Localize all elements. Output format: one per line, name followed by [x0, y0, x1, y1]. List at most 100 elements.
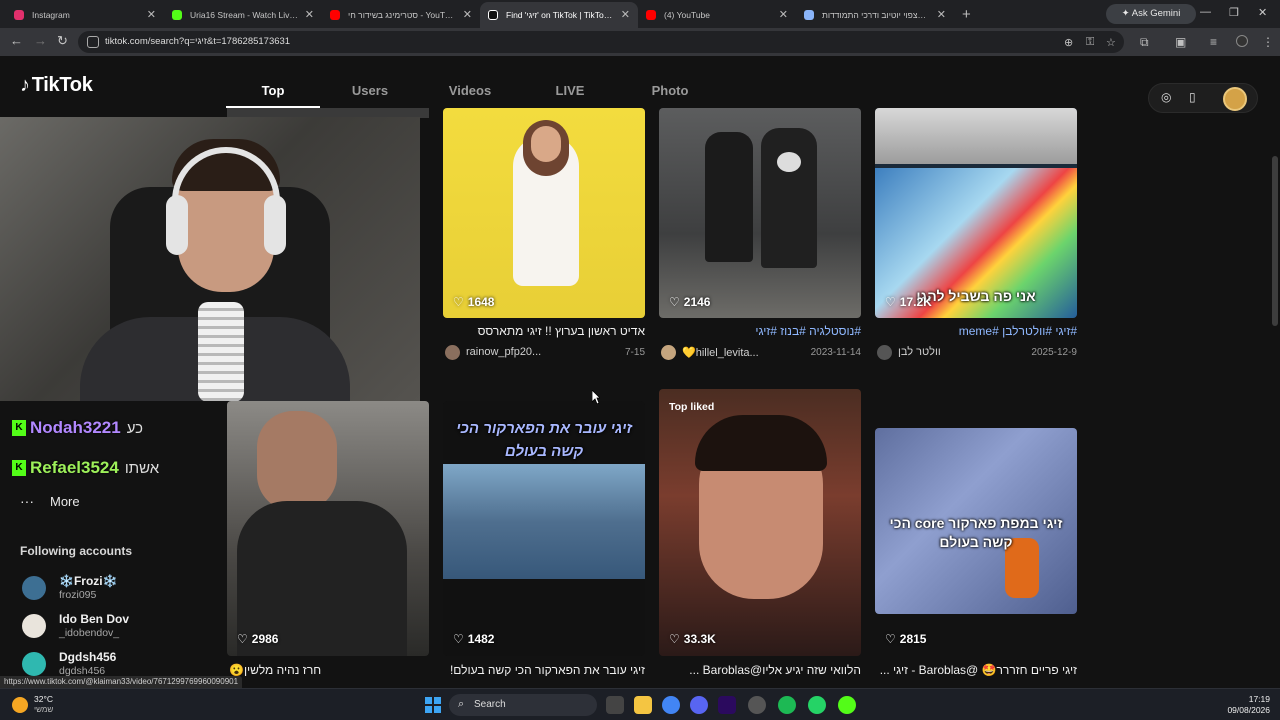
video-thumbnail[interactable]: [227, 401, 429, 656]
url-text[interactable]: tiktok.com/search?q=זיגי&t=1786285173631: [105, 36, 290, 47]
taskbar-search[interactable]: ⌕ Search: [449, 694, 597, 716]
minimize-icon[interactable]: —: [1200, 6, 1211, 18]
heart-icon: ♡: [453, 295, 464, 309]
tab-users[interactable]: Users: [320, 78, 420, 108]
close-tab-icon[interactable]: ✕: [937, 2, 946, 28]
password-key-icon[interactable]: ⚿: [1086, 36, 1094, 49]
tab-youtube-studio[interactable]: סטרימינג בשידור חי - YouTube Studio ✕: [322, 2, 480, 28]
sun-icon: [12, 697, 28, 713]
menu-kebab-icon[interactable]: ⋮: [1262, 35, 1274, 49]
page-scrollbar[interactable]: [1272, 156, 1278, 326]
figure-shape: [761, 128, 817, 268]
split-view-icon[interactable]: ▣: [1175, 35, 1186, 49]
extensions-icon[interactable]: ⧉: [1140, 35, 1149, 50]
username[interactable]: rainow_pfp20...: [466, 346, 541, 358]
streamer-cam-shape: [875, 108, 1077, 164]
restore-icon[interactable]: ❐: [1229, 6, 1239, 19]
tab-instagram[interactable]: Instagram ✕: [6, 2, 164, 28]
video-card[interactable]: זיגי במפת פארקור core הכי קשה בעולם ♡ 281…: [875, 428, 1077, 676]
video-card[interactable]: Top liked ♡ 33.3K הלוואי שזה יגיע אליו@Ba…: [659, 389, 861, 676]
sidebar-item-more[interactable]: ··· More: [20, 493, 80, 509]
video-card[interactable]: זיגי עובר את הפארקור הכי קשה בעולם ♡ 1482…: [443, 401, 645, 676]
forward-icon[interactable]: →: [34, 33, 47, 48]
video-overlay-text: זיגי במפת פארקור core הכי קשה בעולם: [889, 515, 1063, 550]
video-thumbnail[interactable]: [659, 389, 861, 656]
tab-top[interactable]: Top: [226, 78, 320, 108]
youtube-icon: [646, 10, 656, 20]
user-avatar[interactable]: [661, 345, 676, 360]
post-date: 2025-12-9: [1031, 347, 1077, 358]
bookmark-star-icon[interactable]: ☆: [1106, 36, 1116, 49]
video-overlay-text: זיגי עובר את הפארקור הכי קשה בעולם: [456, 420, 632, 460]
avatar[interactable]: [22, 614, 46, 638]
username[interactable]: 💛hillel_levita...: [682, 346, 759, 359]
back-icon[interactable]: ←: [10, 33, 23, 48]
video-thumbnail[interactable]: [443, 108, 645, 318]
kick-app-icon[interactable]: [838, 696, 856, 714]
video-card[interactable]: ♡ 2146 #נוסטלגיה #בנוז #זיגי 💛hillel_levi…: [659, 108, 861, 378]
discord-icon[interactable]: [690, 696, 708, 714]
tab-kick[interactable]: Uria16 Stream - Watch Live on Kick ✕: [164, 2, 322, 28]
tab-live[interactable]: LIVE: [520, 78, 620, 108]
user-avatar[interactable]: [877, 345, 892, 360]
user-avatar[interactable]: [445, 345, 460, 360]
ask-gemini-button[interactable]: ✦ Ask Gemini: [1106, 4, 1196, 24]
video-caption[interactable]: אדיט ראשון בערוץ !! זיגי מתארסס: [445, 324, 645, 338]
video-caption[interactable]: חרז נהיה מלשין😮: [229, 663, 429, 676]
close-window-icon[interactable]: ✕: [1258, 6, 1267, 19]
chrome-icon[interactable]: [662, 696, 680, 714]
video-caption[interactable]: #נוסטלגיה #בנוז #זיגי: [661, 324, 861, 338]
obs-icon[interactable]: [748, 696, 766, 714]
close-tab-icon[interactable]: ✕: [779, 2, 788, 28]
video-thumbnail[interactable]: [875, 108, 1077, 318]
system-clock[interactable]: 17:19 09/08/2026: [1222, 694, 1270, 716]
username[interactable]: וולטר לבן: [898, 346, 941, 358]
user-avatar[interactable]: [1223, 87, 1247, 111]
close-tab-icon[interactable]: ✕: [621, 2, 630, 28]
zoom-icon[interactable]: ⊕: [1064, 36, 1073, 49]
account-handle: dgdsh456: [59, 665, 106, 676]
omnibox[interactable]: tiktok.com/search?q=זיגי&t=1786285173631…: [78, 31, 1124, 53]
video-thumbnail[interactable]: [659, 108, 861, 318]
avatar[interactable]: [22, 652, 46, 676]
mouse-cursor-icon: [592, 390, 600, 404]
game-scene-shape: [443, 464, 645, 579]
close-tab-icon[interactable]: ✕: [305, 2, 314, 28]
tab-videos[interactable]: Videos: [420, 78, 520, 108]
spotify-icon[interactable]: [778, 696, 796, 714]
video-caption[interactable]: הלוואי שזה יגיע אליו@Baroblas ...: [661, 663, 861, 676]
media-controls-icon[interactable]: ≡: [1210, 35, 1217, 49]
windows-start-icon[interactable]: [425, 697, 441, 713]
reload-icon[interactable]: ↻: [57, 33, 68, 49]
premiere-icon[interactable]: [718, 696, 736, 714]
more-dots-icon: ···: [20, 493, 34, 509]
tab-gemini-chat[interactable]: ירידה בצפוי יוטיוב ודרכי התמודדות ✕: [796, 2, 954, 28]
compass-icon[interactable]: ◎: [1161, 90, 1171, 104]
mobile-app-icon[interactable]: ▯: [1189, 90, 1196, 104]
sparkle-icon: ✦: [1121, 8, 1132, 19]
video-meta: 💛hillel_levita... 2023-11-14: [661, 345, 861, 361]
task-view-icon[interactable]: [606, 696, 624, 714]
video-caption[interactable]: זיגי פריים חזררר🤩 @Baroblas - זיגי ...: [877, 663, 1077, 676]
video-caption[interactable]: זיגי עובר את הפארקור הכי קשה בעולם!: [445, 663, 645, 676]
profile-avatar[interactable]: [1236, 35, 1248, 47]
tab-photo[interactable]: Photo: [620, 78, 720, 108]
site-info-icon[interactable]: [87, 36, 99, 48]
video-card[interactable]: ♡ 2986 חרז נהיה מלשין😮: [227, 401, 429, 676]
avatar[interactable]: [22, 576, 46, 600]
video-caption[interactable]: #זיגי #וולטרלבן #meme: [877, 324, 1077, 338]
whatsapp-icon[interactable]: [808, 696, 826, 714]
tab-youtube[interactable]: (4) YouTube ✕: [638, 2, 796, 28]
tab-label: Uria16 Stream - Watch Live on Kick: [190, 10, 322, 20]
kick-icon: [172, 10, 182, 20]
file-explorer-icon[interactable]: [634, 696, 652, 714]
new-tab-button[interactable]: +: [962, 6, 971, 23]
kick-badge-icon: K: [12, 420, 26, 436]
tab-tiktok-search[interactable]: Find 'זיגי' on TikTok | TikTok Search ✕: [480, 2, 638, 28]
video-card[interactable]: ♡ 1648 אדיט ראשון בערוץ !! זיגי מתארסס ra…: [443, 108, 645, 378]
tiktok-logo[interactable]: ♪ TikTok: [20, 74, 93, 97]
video-card[interactable]: אני פה בשביל להגן ♡ 17.2K #זיגי #וולטרלבן…: [875, 108, 1077, 378]
search-icon: ⌕: [458, 698, 465, 710]
close-tab-icon[interactable]: ✕: [463, 2, 472, 28]
close-tab-icon[interactable]: ✕: [147, 2, 156, 28]
